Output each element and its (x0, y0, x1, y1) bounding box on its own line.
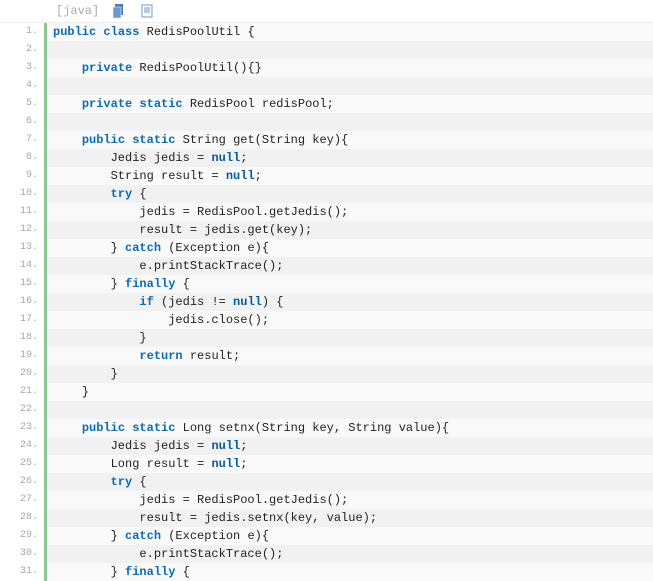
code-line: 26. try { (0, 473, 653, 491)
code-line: 22. (0, 401, 653, 419)
line-number: 5. (0, 95, 44, 113)
code-line: 3. private RedisPoolUtil(){} (0, 59, 653, 77)
code-content: } catch (Exception e){ (47, 527, 269, 545)
language-label: [java] (56, 4, 99, 18)
code-content: } (47, 383, 89, 401)
code-line: 7. public static String get(String key){ (0, 131, 653, 149)
code-lines: 1.public class RedisPoolUtil {2.3. priva… (0, 23, 653, 581)
code-line: 25. Long result = null; (0, 455, 653, 473)
code-content: e.printStackTrace(); (47, 545, 283, 563)
code-content (47, 401, 53, 419)
code-content: e.printStackTrace(); (47, 257, 283, 275)
code-content: } finally { (47, 275, 190, 293)
code-content: public static String get(String key){ (47, 131, 348, 149)
line-number: 2. (0, 41, 44, 59)
code-line: 27. jedis = RedisPool.getJedis(); (0, 491, 653, 509)
line-number: 14. (0, 257, 44, 275)
line-number: 21. (0, 383, 44, 401)
code-line: 11. jedis = RedisPool.getJedis(); (0, 203, 653, 221)
code-line: 18. } (0, 329, 653, 347)
line-number: 11. (0, 203, 44, 221)
code-content: Jedis jedis = null; (47, 149, 247, 167)
code-content (47, 77, 53, 95)
code-line: 16. if (jedis != null) { (0, 293, 653, 311)
code-line: 17. jedis.close(); (0, 311, 653, 329)
code-line: 15. } finally { (0, 275, 653, 293)
code-content: } (47, 329, 147, 347)
line-number: 10. (0, 185, 44, 203)
code-line: 6. (0, 113, 653, 131)
code-content: } finally { (47, 563, 190, 581)
line-number: 18. (0, 329, 44, 347)
code-line: 31. } finally { (0, 563, 653, 581)
line-number: 23. (0, 419, 44, 437)
code-line: 4. (0, 77, 653, 95)
code-content: jedis = RedisPool.getJedis(); (47, 203, 348, 221)
code-line: 8. Jedis jedis = null; (0, 149, 653, 167)
code-line: 14. e.printStackTrace(); (0, 257, 653, 275)
line-number: 17. (0, 311, 44, 329)
line-number: 3. (0, 59, 44, 77)
code-line: 2. (0, 41, 653, 59)
code-header: [java] (0, 0, 653, 23)
code-line: 10. try { (0, 185, 653, 203)
line-number: 8. (0, 149, 44, 167)
line-number: 9. (0, 167, 44, 185)
code-content: result = jedis.get(key); (47, 221, 312, 239)
code-line: 1.public class RedisPoolUtil { (0, 23, 653, 41)
line-number: 26. (0, 473, 44, 491)
line-number: 28. (0, 509, 44, 527)
line-number: 15. (0, 275, 44, 293)
line-number: 1. (0, 23, 44, 41)
line-number: 30. (0, 545, 44, 563)
code-content: private static RedisPool redisPool; (47, 95, 334, 113)
code-content: public static Long setnx(String key, Str… (47, 419, 449, 437)
code-line: 20. } (0, 365, 653, 383)
code-content: private RedisPoolUtil(){} (47, 59, 262, 77)
view-icon[interactable] (139, 3, 155, 19)
code-content: public class RedisPoolUtil { (47, 23, 255, 41)
code-line: 13. } catch (Exception e){ (0, 239, 653, 257)
line-number: 16. (0, 293, 44, 311)
line-number: 19. (0, 347, 44, 365)
code-line: 23. public static Long setnx(String key,… (0, 419, 653, 437)
code-content: return result; (47, 347, 240, 365)
code-line: 5. private static RedisPool redisPool; (0, 95, 653, 113)
code-content: String result = null; (47, 167, 262, 185)
code-content (47, 41, 53, 59)
code-line: 12. result = jedis.get(key); (0, 221, 653, 239)
code-content: jedis = RedisPool.getJedis(); (47, 491, 348, 509)
code-content: jedis.close(); (47, 311, 269, 329)
code-block: [java] 1.public class RedisPoolUtil {2.3… (0, 0, 653, 581)
code-line: 30. e.printStackTrace(); (0, 545, 653, 563)
code-line: 19. return result; (0, 347, 653, 365)
code-line: 21. } (0, 383, 653, 401)
code-content: try { (47, 185, 147, 203)
line-number: 27. (0, 491, 44, 509)
code-content: } catch (Exception e){ (47, 239, 269, 257)
code-content: } (47, 365, 118, 383)
code-content: try { (47, 473, 147, 491)
code-line: 28. result = jedis.setnx(key, value); (0, 509, 653, 527)
line-number: 12. (0, 221, 44, 239)
code-line: 9. String result = null; (0, 167, 653, 185)
line-number: 13. (0, 239, 44, 257)
line-number: 24. (0, 437, 44, 455)
line-number: 4. (0, 77, 44, 95)
code-content: if (jedis != null) { (47, 293, 283, 311)
line-number: 7. (0, 131, 44, 149)
code-content (47, 113, 53, 131)
line-number: 6. (0, 113, 44, 131)
copy-icon[interactable] (111, 3, 127, 19)
code-content: Jedis jedis = null; (47, 437, 247, 455)
line-number: 25. (0, 455, 44, 473)
code-line: 24. Jedis jedis = null; (0, 437, 653, 455)
line-number: 22. (0, 401, 44, 419)
line-number: 20. (0, 365, 44, 383)
code-content: result = jedis.setnx(key, value); (47, 509, 377, 527)
line-number: 29. (0, 527, 44, 545)
code-line: 29. } catch (Exception e){ (0, 527, 653, 545)
code-content: Long result = null; (47, 455, 247, 473)
line-number: 31. (0, 563, 44, 581)
